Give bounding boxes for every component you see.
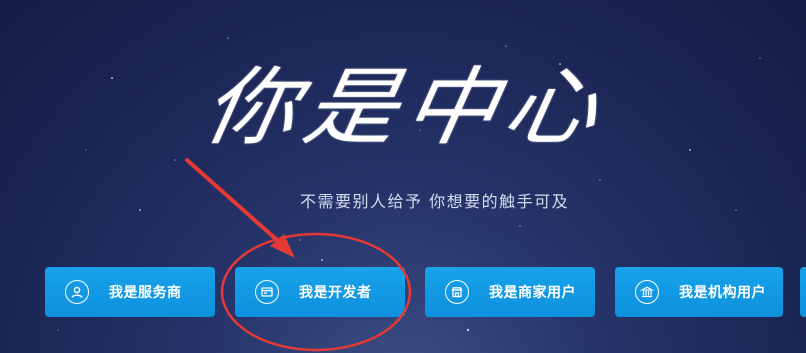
institution-user-label: 我是机构用户 <box>679 285 766 301</box>
hero-title: 你是中心 <box>205 52 806 172</box>
hero-subtitle: 不需要别人给予 你想要的触手可及 <box>300 192 570 211</box>
service-provider-label: 我是服务商 <box>109 285 182 301</box>
developer-button[interactable]: 我是开发者 <box>235 267 405 317</box>
institution-icon <box>635 280 659 304</box>
merchant-user-label: 我是商家用户 <box>489 285 576 301</box>
institution-user-button[interactable]: 我是机构用户 <box>615 267 783 317</box>
partial-next-button[interactable] <box>800 267 806 317</box>
service-provider-button[interactable]: 我是服务商 <box>45 267 215 317</box>
user-icon <box>65 280 89 304</box>
storefront-icon <box>445 280 469 304</box>
hero-title-text: 你是中心 <box>205 58 614 157</box>
browser-window-icon <box>255 280 279 304</box>
developer-label: 我是开发者 <box>299 285 372 301</box>
merchant-user-button[interactable]: 我是商家用户 <box>425 267 595 317</box>
